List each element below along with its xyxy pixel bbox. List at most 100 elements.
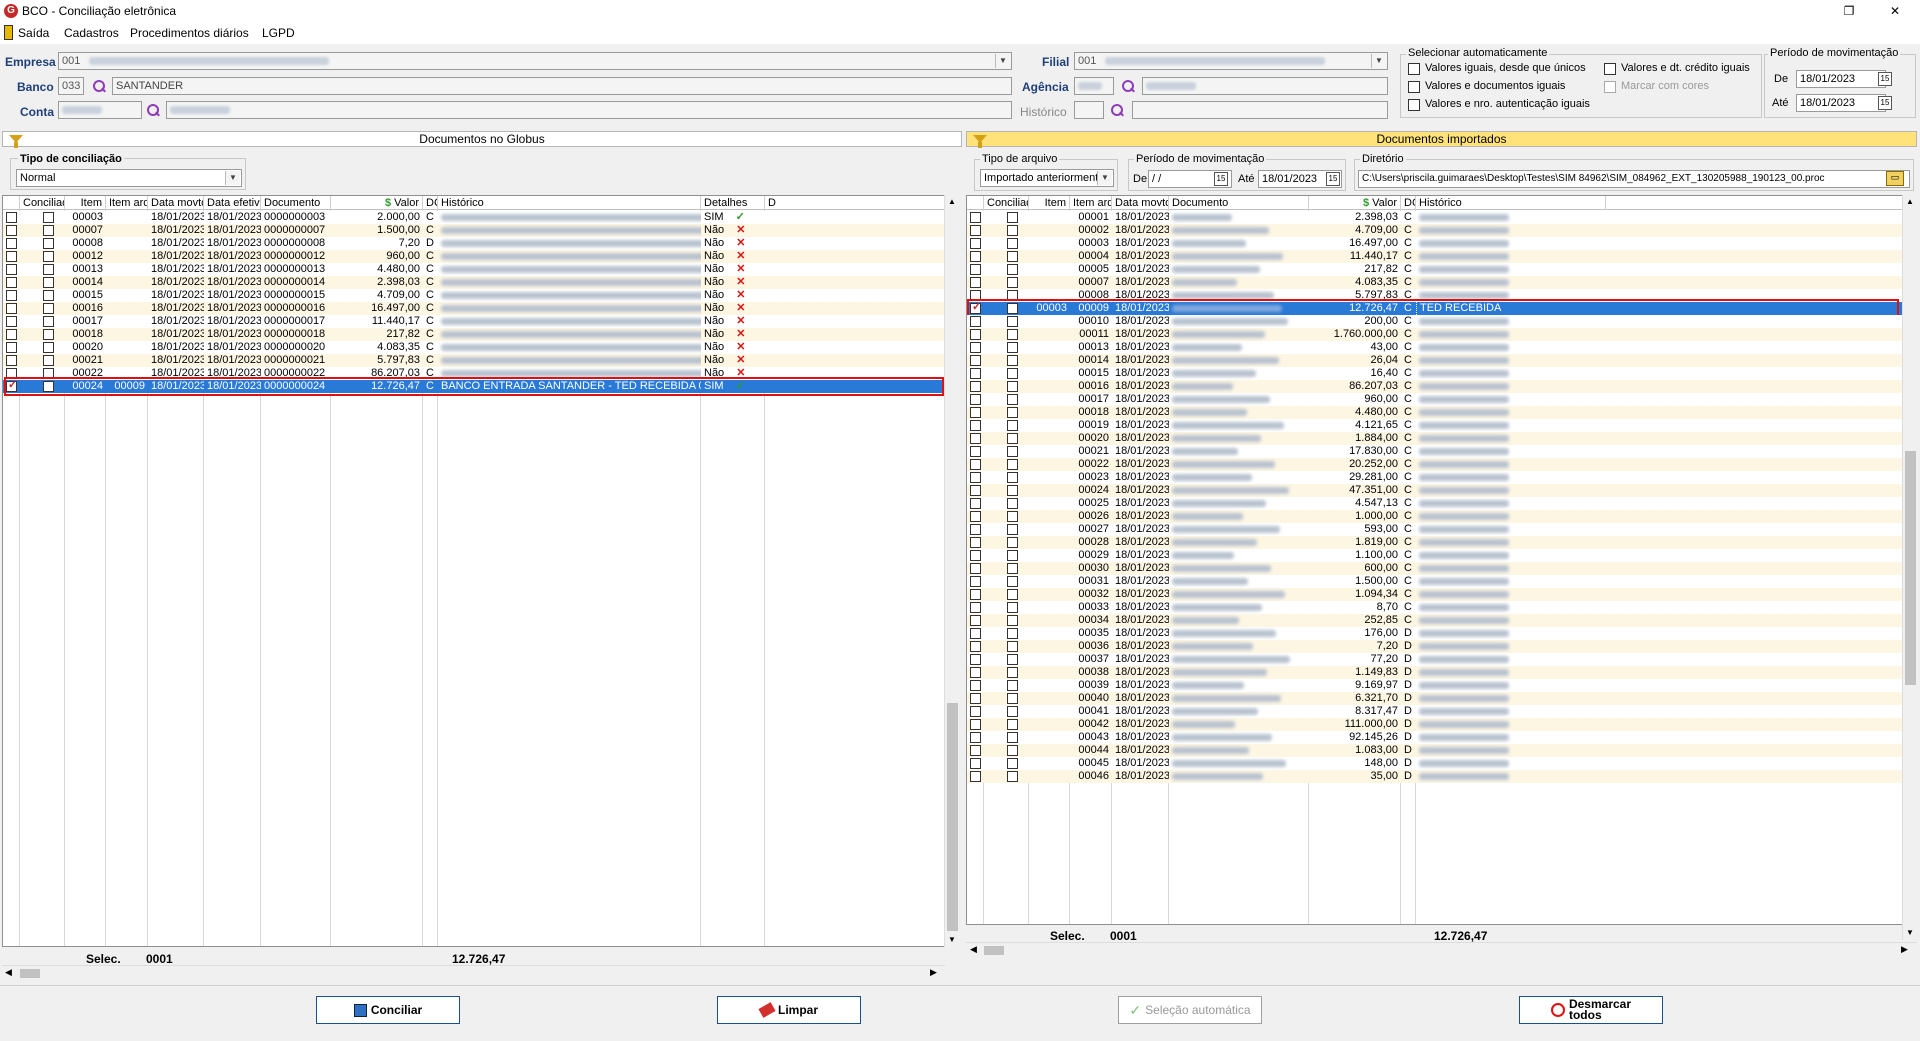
row-select-checkbox[interactable] <box>970 536 981 548</box>
conciliado-checkbox[interactable] <box>43 211 54 223</box>
conciliado-checkbox[interactable] <box>43 354 54 366</box>
table-row[interactable]: 00004 18/01/2023 11.440,17 C <box>967 250 1903 263</box>
cell-sel[interactable] <box>967 471 984 484</box>
table-row[interactable]: 00016 18/01/2023 86.207,03 C <box>967 380 1903 393</box>
checkbox-valores-unicos[interactable] <box>1408 63 1420 75</box>
cell-sel[interactable] <box>967 653 984 666</box>
conciliado-checkbox[interactable] <box>1007 250 1018 262</box>
cell-sel[interactable] <box>967 718 984 731</box>
row-select-checkbox[interactable] <box>970 315 981 327</box>
conciliado-checkbox[interactable] <box>43 224 54 236</box>
cell-conc[interactable] <box>20 263 65 276</box>
conciliado-checkbox[interactable] <box>43 263 54 275</box>
cell-sel[interactable] <box>967 731 984 744</box>
close-button[interactable]: ✕ <box>1872 0 1918 22</box>
row-select-checkbox[interactable] <box>6 315 17 327</box>
right-vscroll[interactable]: ▲ ▼ <box>1902 195 1917 940</box>
table-row[interactable]: 00021 18/01/2023 18/01/2023 0000000021 5.797… <box>3 354 945 367</box>
column-header-dc[interactable]: DC <box>1401 196 1416 210</box>
cell-conc[interactable] <box>984 692 1029 705</box>
diretorio-input[interactable]: C:\Users\priscila.guimaraes\Desktop\Test… <box>1358 170 1910 188</box>
cell-conc[interactable] <box>20 250 65 263</box>
chevron-down-icon[interactable]: ▼ <box>1371 54 1386 68</box>
cell-sel[interactable] <box>967 640 984 653</box>
right-hscroll[interactable]: ◀ ▶ <box>966 942 1917 957</box>
table-row[interactable]: 00018 18/01/2023 4.480,00 C <box>967 406 1903 419</box>
folder-open-icon[interactable]: ▭ <box>1886 171 1904 186</box>
cell-sel[interactable] <box>967 770 984 783</box>
column-header-dm[interactable]: Data movto <box>148 196 204 210</box>
column-header-de[interactable]: Data efetiva <box>204 196 261 210</box>
row-select-checkbox[interactable] <box>970 575 981 587</box>
table-row[interactable]: 00034 18/01/2023 252,85 C <box>967 614 1903 627</box>
conciliado-checkbox[interactable] <box>1007 744 1018 756</box>
cell-sel[interactable] <box>967 627 984 640</box>
right-hscroll-thumb[interactable] <box>984 946 1004 955</box>
table-row[interactable]: 00007 18/01/2023 18/01/2023 0000000007 1.500… <box>3 224 945 237</box>
table-row[interactable]: 00033 18/01/2023 8,70 C <box>967 601 1903 614</box>
table-row[interactable]: 00018 18/01/2023 18/01/2023 0000000018 217,8… <box>3 328 945 341</box>
conciliado-checkbox[interactable] <box>1007 562 1018 574</box>
table-row[interactable]: 00025 18/01/2023 4.547,13 C <box>967 497 1903 510</box>
conciliado-checkbox[interactable] <box>1007 276 1018 288</box>
scroll-left-icon[interactable]: ◀ <box>970 944 977 955</box>
table-row[interactable]: 00016 18/01/2023 18/01/2023 0000000016 16.49… <box>3 302 945 315</box>
row-select-checkbox[interactable] <box>970 367 981 379</box>
table-row[interactable]: 00032 18/01/2023 1.094,34 C <box>967 588 1903 601</box>
cell-sel[interactable] <box>967 484 984 497</box>
conciliado-checkbox[interactable] <box>1007 471 1018 483</box>
cell-sel[interactable] <box>3 250 20 263</box>
table-row[interactable]: 00020 18/01/2023 1.884,00 C <box>967 432 1903 445</box>
menu-procedimentos[interactable]: Procedimentos diários <box>130 26 249 40</box>
calendar-icon[interactable]: 15 <box>1214 172 1228 186</box>
cell-sel[interactable] <box>967 367 984 380</box>
row-select-checkbox[interactable] <box>970 458 981 470</box>
cell-conc[interactable] <box>984 263 1029 276</box>
table-row[interactable]: 00005 18/01/2023 217,82 C <box>967 263 1903 276</box>
cell-sel[interactable] <box>967 211 984 224</box>
cell-conc[interactable] <box>984 679 1029 692</box>
cell-conc[interactable] <box>984 484 1029 497</box>
cell-conc[interactable] <box>984 575 1029 588</box>
column-header-conc[interactable]: Conciliado <box>20 196 65 210</box>
checkbox-valores-credito[interactable] <box>1604 63 1616 75</box>
row-select-checkbox[interactable] <box>6 224 17 236</box>
table-row[interactable]: 00031 18/01/2023 1.500,00 C <box>967 575 1903 588</box>
row-select-checkbox[interactable] <box>970 341 981 353</box>
cell-conc[interactable] <box>984 562 1029 575</box>
table-row[interactable]: 00017 18/01/2023 18/01/2023 0000000017 11.44… <box>3 315 945 328</box>
row-select-checkbox[interactable] <box>6 211 17 223</box>
calendar-icon[interactable]: 15 <box>1878 72 1892 86</box>
row-select-checkbox[interactable] <box>970 445 981 457</box>
row-select-checkbox[interactable] <box>970 640 981 652</box>
cell-sel[interactable] <box>967 276 984 289</box>
cell-conc[interactable] <box>20 328 65 341</box>
conciliado-checkbox[interactable] <box>1007 757 1018 769</box>
table-row[interactable]: 00001 18/01/2023 2.398,03 C <box>967 211 1903 224</box>
column-header-sel[interactable] <box>967 196 984 210</box>
table-row[interactable]: 00046 18/01/2023 35,00 D <box>967 770 1903 783</box>
column-header-valor[interactable]: $ Valor <box>1309 196 1401 210</box>
checkbox-valores-documentos[interactable] <box>1408 81 1420 93</box>
cell-sel[interactable] <box>967 757 984 770</box>
row-select-checkbox[interactable] <box>970 679 981 691</box>
row-select-checkbox[interactable] <box>970 393 981 405</box>
table-row[interactable]: 00013 18/01/2023 43,00 C <box>967 341 1903 354</box>
row-select-checkbox[interactable] <box>6 250 17 262</box>
conciliado-checkbox[interactable] <box>1007 458 1018 470</box>
conciliado-checkbox[interactable] <box>1007 523 1018 535</box>
row-select-checkbox[interactable] <box>970 627 981 639</box>
cell-sel[interactable] <box>967 601 984 614</box>
conta-field[interactable] <box>58 101 142 119</box>
column-header-hist[interactable]: Histórico <box>1416 196 1606 210</box>
table-row[interactable]: 00023 18/01/2023 29.281,00 C <box>967 471 1903 484</box>
cell-conc[interactable] <box>984 718 1029 731</box>
cell-sel[interactable] <box>967 523 984 536</box>
conciliado-checkbox[interactable] <box>1007 367 1018 379</box>
cell-conc[interactable] <box>984 432 1029 445</box>
cell-conc[interactable] <box>984 276 1029 289</box>
agencia-field[interactable] <box>1074 77 1114 95</box>
cell-conc[interactable] <box>984 549 1029 562</box>
column-header-arq[interactable]: Item arq <box>1070 196 1112 210</box>
conciliado-checkbox[interactable] <box>43 276 54 288</box>
